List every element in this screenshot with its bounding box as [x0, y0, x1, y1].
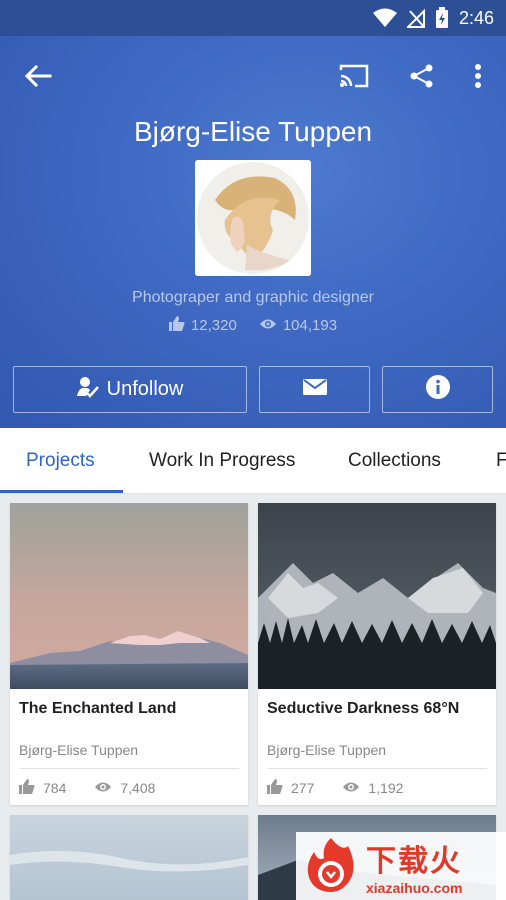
profile-tagline: Photograper and graphic designer [132, 289, 374, 306]
card-divider [267, 768, 487, 769]
tab-partial[interactable]: F [496, 428, 506, 493]
unfollow-label: Unfollow [106, 378, 184, 400]
active-tab-indicator [0, 490, 123, 493]
person-check-icon [76, 376, 99, 404]
unfollow-button[interactable]: Unfollow [13, 366, 247, 413]
eye-icon [259, 317, 277, 334]
battery-charging-icon [435, 7, 449, 29]
thumbs-up-icon [168, 316, 185, 335]
project-likes: 277 [291, 780, 315, 796]
project-title[interactable]: The Enchanted Land [19, 700, 176, 718]
project-title[interactable]: Seductive Darkness 68°N [267, 700, 459, 718]
project-thumbnail[interactable] [10, 503, 248, 689]
no-signal-icon [406, 8, 425, 28]
profile-header: 2:46 Bjørg-Elise Tuppen Photograper and … [0, 0, 506, 428]
avatar [195, 160, 311, 276]
appreciations-count: 12,320 [190, 317, 237, 334]
project-likes: 784 [43, 780, 67, 796]
flame-logo-icon [302, 836, 360, 897]
thumbs-up-icon [267, 779, 283, 797]
clock: 2:46 [458, 7, 494, 28]
card-divider [19, 768, 239, 769]
project-author[interactable]: Bjørg-Elise Tuppen [19, 742, 138, 758]
project-views: 1,192 [368, 780, 404, 796]
project-thumbnail[interactable] [10, 815, 248, 900]
project-thumbnail[interactable] [258, 503, 496, 689]
tab-work-in-progress[interactable]: Work In Progress [149, 428, 295, 493]
tab-projects[interactable]: Projects [26, 428, 95, 493]
status-bar: 2:46 [0, 0, 506, 36]
profile-tabs: Projects Work In Progress Collections F [0, 428, 506, 494]
watermark-url: xiazaihuo.com [366, 880, 463, 896]
profile-actions: Unfollow [13, 366, 493, 413]
share-icon[interactable] [406, 60, 438, 92]
views-count: 104,193 [282, 317, 338, 334]
site-watermark: 下载火 xiazaihuo.com [296, 832, 506, 900]
back-arrow-icon[interactable] [22, 60, 54, 92]
profile-stats: 12,320 104,193 [0, 316, 506, 335]
eye-icon [342, 780, 360, 796]
project-stats: 277 1,192 [267, 779, 403, 797]
project-views: 7,408 [120, 780, 156, 796]
views-stat: 104,193 [259, 316, 337, 335]
tab-collections[interactable]: Collections [348, 428, 441, 493]
appreciations-stat: 12,320 [168, 316, 237, 335]
toolbar [0, 52, 506, 100]
cast-icon[interactable] [338, 60, 370, 92]
project-card[interactable] [10, 815, 248, 900]
wifi-icon [372, 8, 397, 28]
project-card[interactable]: The Enchanted Land Bjørg-Elise Tuppen 78… [10, 503, 248, 805]
message-button[interactable] [259, 366, 370, 413]
project-card[interactable]: Seductive Darkness 68°N Bjørg-Elise Tupp… [258, 503, 496, 805]
info-button[interactable] [382, 366, 493, 413]
thumbs-up-icon [19, 779, 35, 797]
info-icon [425, 374, 450, 405]
envelope-icon [302, 378, 327, 401]
eye-icon [94, 780, 112, 796]
watermark-title: 下载火 [366, 844, 462, 879]
profile-name: Bjørg-Elise Tuppen [133, 116, 373, 147]
project-author[interactable]: Bjørg-Elise Tuppen [267, 742, 386, 758]
more-options-icon[interactable] [462, 60, 494, 92]
project-stats: 784 7,408 [19, 779, 155, 797]
